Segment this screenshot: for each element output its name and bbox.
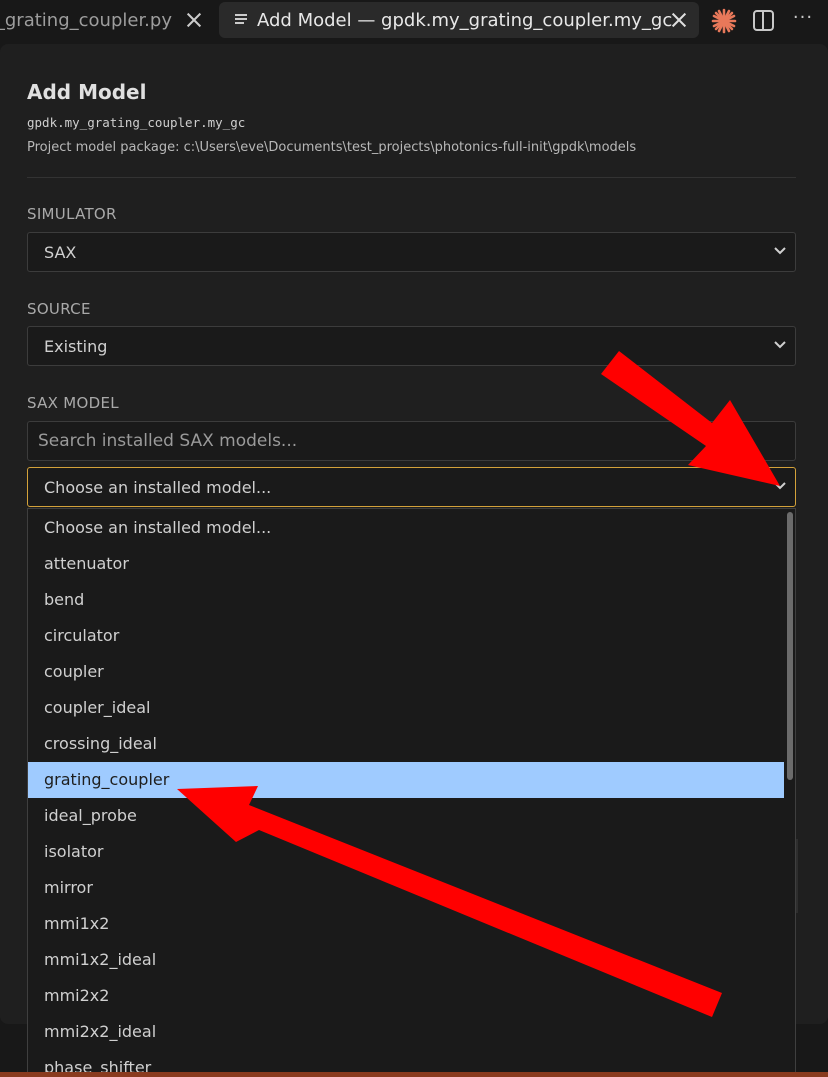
simulator-select[interactable]: SAX xyxy=(27,232,796,272)
chevron-down-icon xyxy=(774,341,786,349)
option-choose[interactable]: Choose an installed model... xyxy=(28,510,784,546)
package-path: Project model package: c:\Users\eve\Docu… xyxy=(27,140,637,155)
option-ideal-probe[interactable]: ideal_probe xyxy=(28,798,784,834)
option-coupler-ideal[interactable]: coupler_ideal xyxy=(28,690,784,726)
option-bend[interactable]: bend xyxy=(28,582,784,618)
divider xyxy=(27,177,796,178)
option-circulator[interactable]: circulator xyxy=(28,618,784,654)
spark-icon[interactable] xyxy=(711,8,737,34)
option-grating-coupler[interactable]: grating_coupler xyxy=(28,762,784,798)
sax-model-dropdown-list: Choose an installed model... attenuator … xyxy=(27,508,796,1077)
option-mmi1x2-ideal[interactable]: mmi1x2_ideal xyxy=(28,942,784,978)
close-icon[interactable] xyxy=(184,10,204,30)
option-mirror[interactable]: mirror xyxy=(28,870,784,906)
option-coupler[interactable]: coupler xyxy=(28,654,784,690)
option-isolator[interactable]: isolator xyxy=(28,834,784,870)
close-icon[interactable] xyxy=(669,10,689,30)
source-select[interactable]: Existing xyxy=(27,326,796,366)
doc-icon xyxy=(235,14,249,26)
simulator-label: SIMULATOR xyxy=(27,205,117,223)
option-attenuator[interactable]: attenuator xyxy=(28,546,784,582)
tab-label: Add Model — gpdk.my_grating_coupler.my_g… xyxy=(257,9,673,31)
model-identifier: gpdk.my_grating_coupler.my_gc xyxy=(27,115,246,130)
dropdown-scrollbar[interactable] xyxy=(787,512,793,780)
panel-edge xyxy=(796,839,798,913)
chevron-down-icon xyxy=(774,247,786,255)
editor-tab-bar: y_grating_coupler.py Add Model — gpdk.my… xyxy=(0,0,828,44)
option-mmi1x2[interactable]: mmi1x2 xyxy=(28,906,784,942)
tab-add-model[interactable]: Add Model — gpdk.my_grating_coupler.my_g… xyxy=(219,2,699,38)
sax-model-search-input[interactable] xyxy=(27,421,796,461)
source-label: SOURCE xyxy=(27,300,91,318)
more-icon[interactable]: ··· xyxy=(792,7,814,33)
sax-model-label: SAX MODEL xyxy=(27,394,119,412)
option-mmi2x2[interactable]: mmi2x2 xyxy=(28,978,784,1014)
split-editor-icon[interactable] xyxy=(753,10,774,31)
option-crossing-ideal[interactable]: crossing_ideal xyxy=(28,726,784,762)
tab-grating-coupler-py[interactable]: y_grating_coupler.py xyxy=(0,2,214,38)
source-value: Existing xyxy=(44,337,108,356)
sax-model-value: Choose an installed model... xyxy=(44,478,272,497)
sax-model-select[interactable]: Choose an installed model... xyxy=(27,467,796,507)
tab-label: y_grating_coupler.py xyxy=(0,9,172,31)
status-strip xyxy=(0,1072,828,1077)
option-mmi2x2-ideal[interactable]: mmi2x2_ideal xyxy=(28,1014,784,1050)
page-title: Add Model xyxy=(27,80,147,104)
simulator-value: SAX xyxy=(44,243,77,262)
chevron-down-icon xyxy=(774,482,786,490)
